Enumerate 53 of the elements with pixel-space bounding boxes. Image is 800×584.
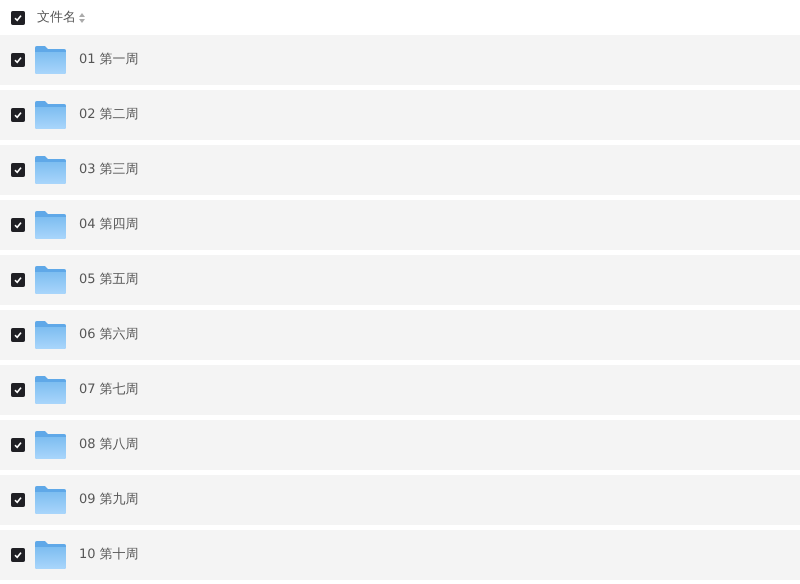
folder-icon <box>35 46 66 74</box>
check-icon <box>14 14 22 22</box>
file-row[interactable]: 01 第一周 <box>0 35 800 85</box>
file-row[interactable]: 09 第九周 <box>0 475 800 525</box>
file-row[interactable]: 10 第十周 <box>0 530 800 580</box>
checkbox[interactable] <box>11 383 25 397</box>
folder-name[interactable]: 07 第七周 <box>79 380 139 400</box>
checkbox[interactable] <box>11 493 25 507</box>
checkbox[interactable] <box>11 548 25 562</box>
file-row[interactable]: 04 第四周 <box>0 200 800 250</box>
file-row[interactable]: 06 第六周 <box>0 310 800 360</box>
check-icon <box>14 386 22 394</box>
folder-icon <box>35 431 66 459</box>
checkbox[interactable] <box>11 328 25 342</box>
folder-icon <box>35 211 66 239</box>
folder-name[interactable]: 01 第一周 <box>79 50 139 70</box>
file-row[interactable]: 03 第三周 <box>0 145 800 195</box>
checkbox[interactable] <box>11 10 25 24</box>
file-row[interactable]: 07 第七周 <box>0 365 800 415</box>
check-icon <box>14 111 22 119</box>
folder-name[interactable]: 05 第五周 <box>79 270 139 290</box>
folder-name[interactable]: 02 第二周 <box>79 105 139 125</box>
file-row[interactable]: 02 第二周 <box>0 90 800 140</box>
check-icon <box>14 331 22 339</box>
file-row[interactable]: 08 第八周 <box>0 420 800 470</box>
checkbox[interactable] <box>11 438 25 452</box>
checkbox[interactable] <box>11 163 25 177</box>
check-icon <box>14 56 22 64</box>
check-icon <box>14 441 22 449</box>
folder-name[interactable]: 03 第三周 <box>79 160 139 180</box>
folder-name[interactable]: 08 第八周 <box>79 435 139 455</box>
folder-icon <box>35 321 66 349</box>
folder-icon <box>35 156 66 184</box>
checkbox[interactable] <box>11 53 25 67</box>
folder-icon <box>35 101 66 129</box>
checkbox[interactable] <box>11 273 25 287</box>
checkbox[interactable] <box>11 108 25 122</box>
file-row[interactable]: 05 第五周 <box>0 255 800 305</box>
column-header[interactable]: 文件名 <box>37 8 76 28</box>
check-icon <box>14 551 22 559</box>
folder-name[interactable]: 09 第九周 <box>79 490 139 510</box>
check-icon <box>14 496 22 504</box>
check-icon <box>14 276 22 284</box>
folder-name[interactable]: 04 第四周 <box>79 215 139 235</box>
checkbox[interactable] <box>11 218 25 232</box>
check-icon <box>14 221 22 229</box>
folder-icon <box>35 376 66 404</box>
folder-name[interactable]: 06 第六周 <box>79 325 139 345</box>
folder-name[interactable]: 10 第十周 <box>79 545 139 565</box>
folder-icon <box>35 541 66 569</box>
folder-icon <box>35 266 66 294</box>
folder-icon <box>35 486 66 514</box>
check-icon <box>14 166 22 174</box>
